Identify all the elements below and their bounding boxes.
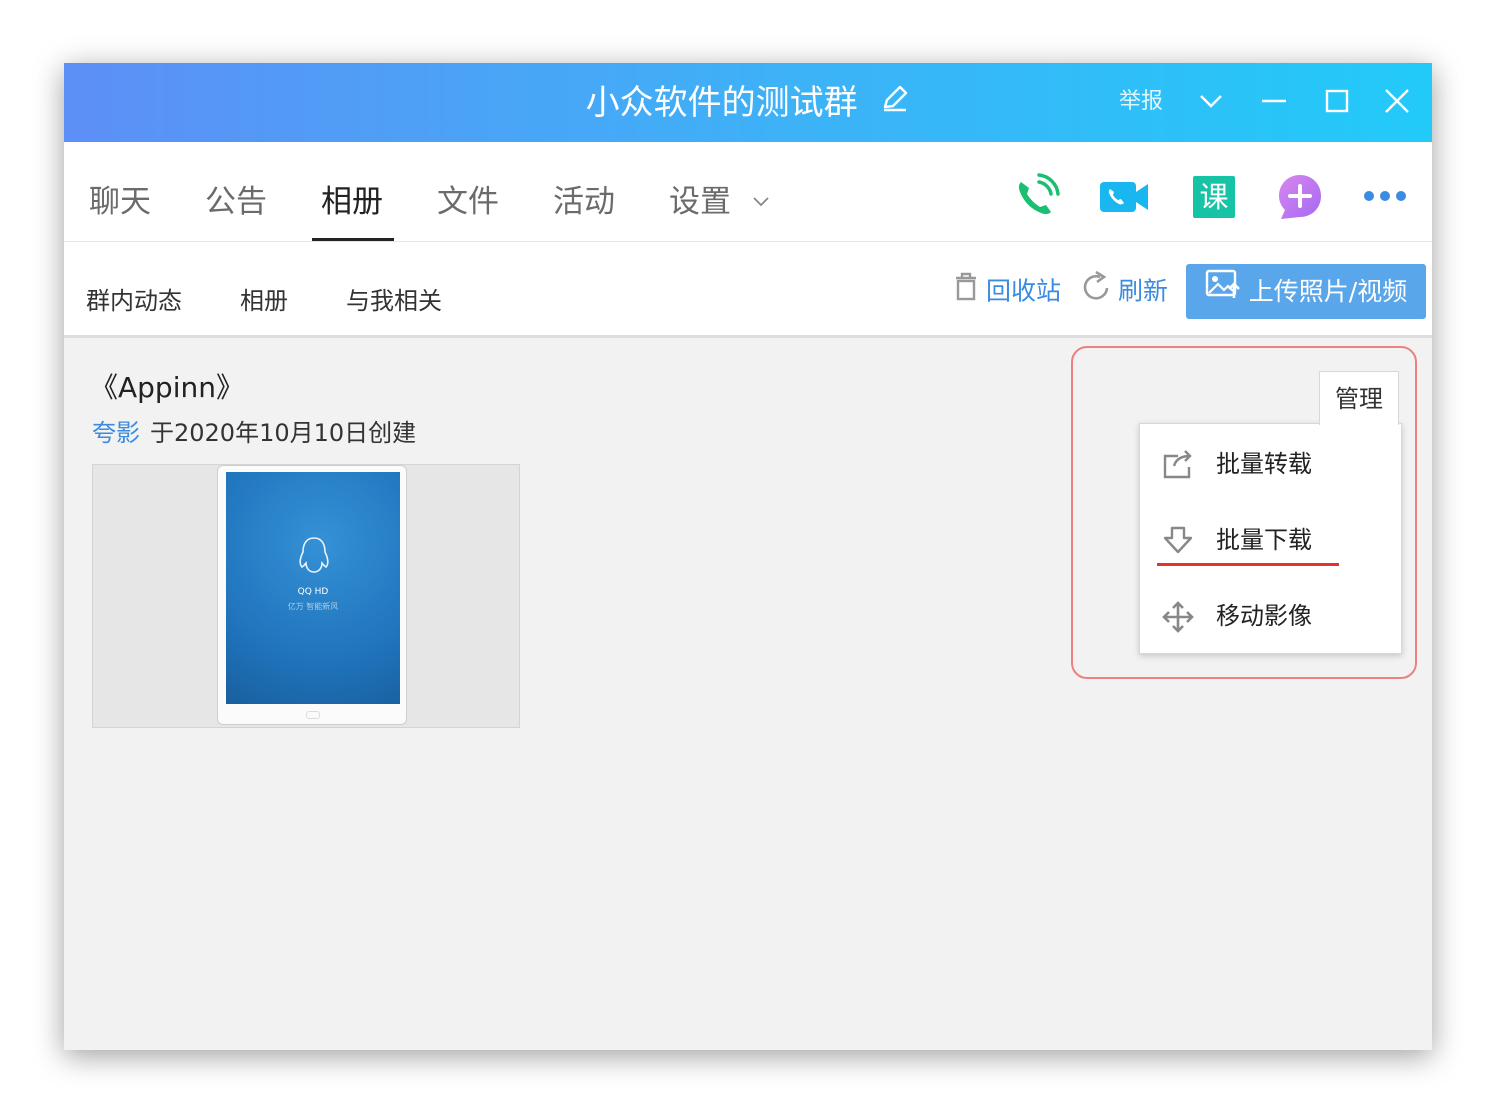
splash-app-name: QQ HD xyxy=(297,587,329,597)
menu-item-batch-share[interactable]: 批量转载 xyxy=(1140,434,1401,494)
menu-item-move-images[interactable]: 移动影像 xyxy=(1140,586,1401,646)
title-bar: 小众软件的测试群 举报 xyxy=(64,63,1432,142)
title-area: 小众软件的测试群 xyxy=(64,81,1432,125)
manage-button[interactable]: 管理 xyxy=(1319,371,1399,425)
move-icon xyxy=(1162,601,1194,633)
course-icon-glyph: 课 xyxy=(1193,176,1235,218)
tab-files[interactable]: 文件 xyxy=(437,182,499,222)
tablet-photo: QQ HD 亿万 智能新风 xyxy=(217,465,407,725)
download-icon xyxy=(1162,525,1194,557)
edit-title-icon[interactable] xyxy=(880,80,910,124)
menu-item-label: 批量转载 xyxy=(1216,450,1312,478)
subtab-album[interactable]: 相册 xyxy=(240,285,288,317)
subtab-group-feed[interactable]: 群内动态 xyxy=(86,285,182,317)
active-tab-indicator xyxy=(312,238,394,241)
upload-photo-video-button[interactable]: 上传照片/视频 xyxy=(1186,264,1426,319)
maximize-icon[interactable] xyxy=(1323,87,1351,115)
refresh-button[interactable]: 刷新 xyxy=(1082,270,1169,311)
album-meta: 夸影 于2020年10月10日创建 xyxy=(92,417,416,449)
album-subbar: 群内动态 相册 与我相关 回收站 刷新 上传照片/视频 xyxy=(64,242,1432,338)
album-created-date: 于2020年10月10日创建 xyxy=(150,419,417,447)
chevron-down-icon xyxy=(751,181,771,221)
share-out-icon xyxy=(1162,449,1194,481)
annotation-underline xyxy=(1157,563,1339,566)
group-title: 小众软件的测试群 xyxy=(585,83,858,123)
splash-tagline: 亿万 智能新风 xyxy=(287,602,339,611)
video-call-icon[interactable] xyxy=(1098,172,1148,222)
menu-item-label: 移动影像 xyxy=(1216,602,1312,630)
dropdown-chevron-icon[interactable] xyxy=(1197,87,1225,115)
report-link[interactable]: 举报 xyxy=(1119,87,1163,117)
home-button xyxy=(306,711,320,719)
trash-icon xyxy=(952,270,980,311)
subtab-related-to-me[interactable]: 与我相关 xyxy=(346,285,442,317)
close-icon[interactable] xyxy=(1383,87,1411,115)
image-upload-icon xyxy=(1205,264,1241,319)
tab-announcement[interactable]: 公告 xyxy=(205,182,267,222)
tab-chat[interactable]: 聊天 xyxy=(89,182,151,222)
qq-hd-splash: QQ HD 亿万 智能新风 xyxy=(226,472,400,704)
phone-call-icon[interactable] xyxy=(1011,172,1061,222)
course-icon[interactable]: 课 xyxy=(1189,172,1239,222)
refresh-icon xyxy=(1082,270,1112,311)
tab-album[interactable]: 相册 xyxy=(321,182,383,222)
add-app-icon[interactable] xyxy=(1275,172,1325,222)
menu-item-label: 批量下载 xyxy=(1216,526,1312,554)
tab-settings[interactable]: 设置 xyxy=(669,182,771,222)
qq-penguin-icon xyxy=(299,537,329,573)
tab-settings-label: 设置 xyxy=(669,184,731,220)
album-title[interactable]: 《Appinn》 xyxy=(90,368,244,408)
upload-label: 上传照片/视频 xyxy=(1248,277,1408,306)
main-tabs: 聊天 公告 相册 文件 活动 设置 课 xyxy=(64,142,1432,242)
tab-activity[interactable]: 活动 xyxy=(553,182,615,222)
recycle-bin-button[interactable]: 回收站 xyxy=(952,272,1062,311)
minimize-icon[interactable] xyxy=(1260,87,1288,115)
menu-item-batch-download[interactable]: 批量下载 xyxy=(1140,510,1401,570)
album-author-link[interactable]: 夸影 xyxy=(92,419,140,447)
refresh-label: 刷新 xyxy=(1118,276,1169,306)
more-icon[interactable] xyxy=(1360,172,1410,222)
recycle-bin-label: 回收站 xyxy=(986,276,1062,306)
group-window: 小众软件的测试群 举报 聊天 公告 相册 文件 活动 设置 课 群内动态 相册 … xyxy=(64,63,1432,1050)
manage-menu: 批量转载 批量下载 移动影像 xyxy=(1139,423,1402,654)
album-cover[interactable]: QQ HD 亿万 智能新风 xyxy=(92,464,520,728)
